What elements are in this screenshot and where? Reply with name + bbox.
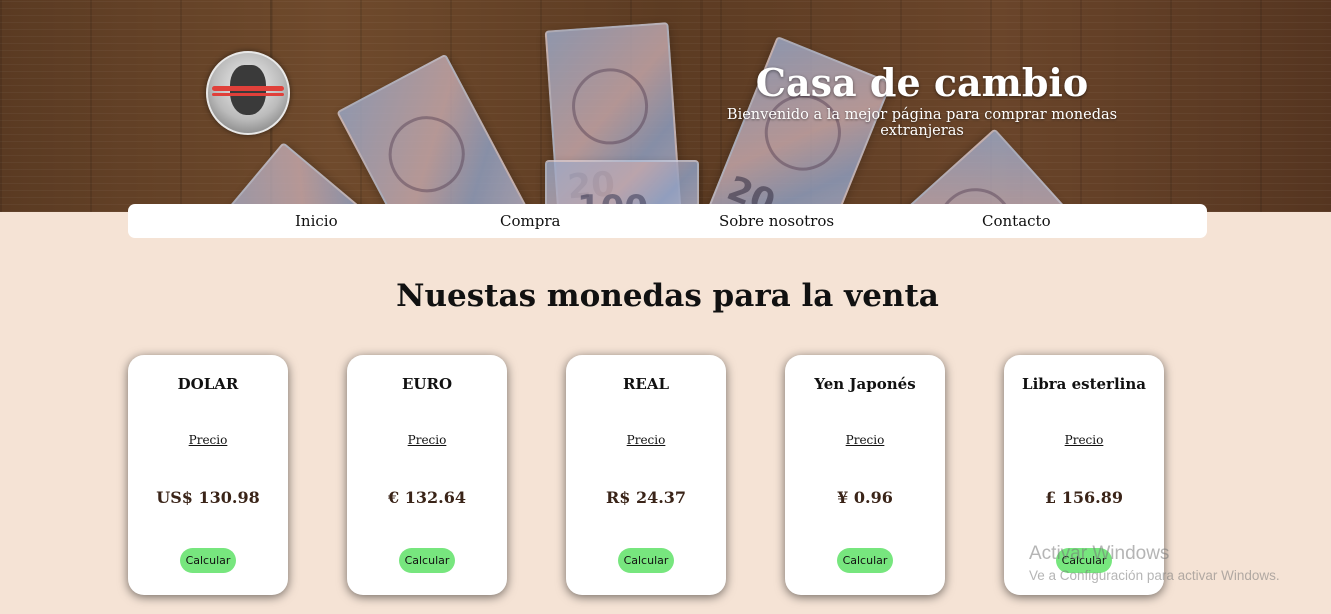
currency-name: DOLAR [177,375,239,393]
currency-price: US$ 130.98 [156,488,260,507]
price-link[interactable]: Precio [347,433,507,447]
currency-price: R$ 24.37 [605,488,687,507]
main-nav: Inicio Compra Sobre nosotros Contacto [128,204,1207,238]
price-link[interactable]: Precio [785,433,945,447]
currency-card-dolar: DOLAR Precio US$ 130.98 Calcular [128,355,288,595]
calculate-button[interactable]: Calcular [180,548,236,573]
calculate-button[interactable]: Calcular [399,548,455,573]
hero-banner: 20 20 20 20 100 Casa de cambio Bienvenid… [0,0,1331,212]
currency-name: Yen Japonés [814,375,916,393]
currency-card-yen: Yen Japonés Precio ¥ 0.96 Calcular [785,355,945,595]
currency-price: ¥ 0.96 [837,488,893,507]
calculate-button[interactable]: Calcular [837,548,893,573]
currency-price: € 132.64 [388,488,466,507]
price-link[interactable]: Precio [1004,433,1164,447]
watermark-subtitle: Ve a Configuración para activar Windows. [1029,568,1280,583]
currency-name: REAL [622,375,670,393]
nav-item-compra[interactable]: Compra [500,212,560,230]
watermark-title: Activar Windows [1029,543,1170,564]
currency-price: £ 156.89 [1045,488,1123,507]
banknote-image: 20 [336,53,537,212]
nav-item-inicio[interactable]: Inicio [295,212,338,230]
wood-plank-seam [700,0,703,212]
logo-avatar [206,51,290,135]
calculate-button[interactable]: Calcular [618,548,674,573]
section-title: Nuestas monedas para la venta [396,278,939,314]
currency-name: EURO [401,375,453,393]
price-link[interactable]: Precio [128,433,288,447]
price-link[interactable]: Precio [566,433,726,447]
currency-card-euro: EURO Precio € 132.64 Calcular [347,355,507,595]
currency-name: Libra esterlina [1022,375,1146,393]
nav-item-contacto[interactable]: Contacto [982,212,1051,230]
nav-item-sobre-nosotros[interactable]: Sobre nosotros [719,212,834,230]
site-subtitle: Bienvenido a la mejor página para compra… [726,107,1118,139]
currency-card-real: REAL Precio R$ 24.37 Calcular [566,355,726,595]
banknote-image [850,128,1078,212]
site-title: Casa de cambio [755,60,1089,105]
windows-activation-watermark: Activar Windows Ve a Configuración para … [1029,543,1280,583]
